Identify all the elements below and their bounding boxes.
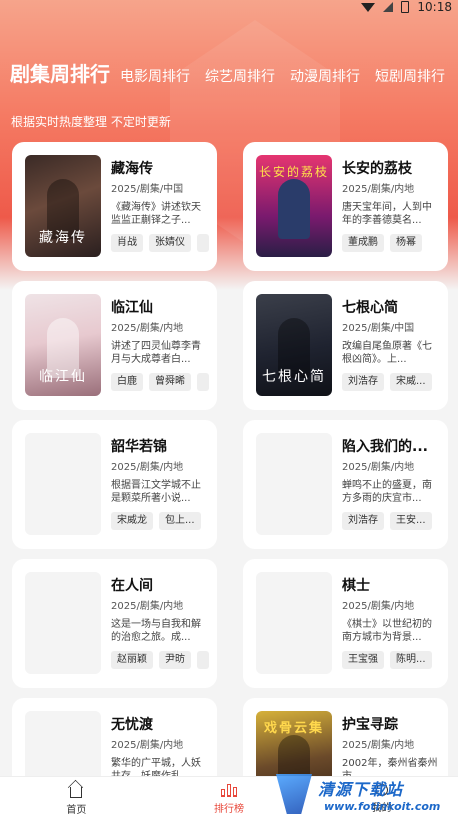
actor-chip[interactable]: 杨幂	[390, 234, 422, 252]
card-title: 棋士	[342, 578, 370, 594]
tab-short-drama-weekly[interactable]: 短剧周排行	[375, 66, 445, 88]
poster-title: 藏海传	[39, 230, 87, 246]
card-meta: 2025/剧集/内地	[342, 462, 415, 473]
actor-chip[interactable]: 赵丽颖	[111, 651, 153, 669]
actor-chip[interactable]: 宋威...	[390, 373, 432, 391]
card-description: 蝉鸣不止的盛夏，南方多雨的庆宜市...	[342, 480, 432, 504]
actor-chip[interactable]	[197, 234, 209, 252]
ranking-card[interactable]: 藏海传 藏海传 2025/剧集/中国 《藏海传》讲述钦天监监正蒯铎之子... 肖…	[12, 142, 217, 271]
poster-image: 七根心简	[256, 294, 332, 396]
actor-chip[interactable]: 刘浩存	[342, 512, 384, 530]
tab-series-weekly[interactable]: 剧集周排行	[10, 60, 110, 88]
actor-chip[interactable]: 宋威龙	[111, 512, 153, 530]
ranking-card[interactable]: 长安的荔枝 长安的荔枝 2025/剧集/内地 唐天宝年间，人到中年的李善德莫名.…	[243, 142, 448, 271]
signal-icon	[383, 2, 394, 12]
card-description: 根据晋江文学城不止是颗菜所著小说...	[111, 480, 201, 504]
watermark-url: www.fotinkoit.com	[324, 800, 441, 813]
actor-chip[interactable]: 白鹿	[111, 373, 143, 391]
card-title: 临江仙	[111, 300, 153, 316]
poster-title: 长安的荔枝	[258, 165, 329, 179]
ranking-tabs: 剧集周排行 电影周排行 综艺周排行 动漫周排行 短剧周排行	[10, 52, 452, 88]
ranking-card[interactable]: 棋士 2025/剧集/内地 《棋士》以世纪初的南方城市为背景... 王宝强 陈明…	[243, 559, 448, 688]
card-description: 这是一场与自我和解的治愈之旅。成...	[111, 619, 201, 643]
card-description: 讲述了四灵仙尊李青月与大成尊者白...	[111, 341, 201, 365]
actor-chip[interactable]	[197, 373, 209, 391]
poster-placeholder	[256, 572, 332, 674]
ranking-card[interactable]: 陷入我们的... 2025/剧集/内地 蝉鸣不止的盛夏，南方多雨的庆宜市... …	[243, 420, 448, 549]
actor-chip[interactable]	[197, 651, 209, 669]
tab-anime-weekly[interactable]: 动漫周排行	[290, 66, 360, 88]
poster-placeholder	[256, 433, 332, 535]
card-title: 在人间	[111, 578, 153, 594]
poster-placeholder	[25, 433, 101, 535]
battery-icon	[401, 1, 410, 13]
card-meta: 2025/剧集/内地	[111, 601, 184, 612]
card-description: 《藏海传》讲述钦天监监正蒯铎之子...	[111, 202, 201, 226]
tab-variety-weekly[interactable]: 综艺周排行	[205, 66, 275, 88]
poster-placeholder	[25, 572, 101, 674]
ranking-icon	[221, 783, 237, 797]
nav-ranking-label: 排行榜	[214, 803, 244, 815]
poster-title: 临江仙	[39, 369, 87, 385]
actor-chip[interactable]: 董成鹏	[342, 234, 384, 252]
poster-image: 藏海传	[25, 155, 101, 257]
nav-home[interactable]: 首页	[0, 777, 153, 820]
poster-image: 长安的荔枝	[256, 155, 332, 257]
poster-title: 戏骨云集	[263, 721, 324, 736]
actor-chip[interactable]: 陈明...	[390, 651, 432, 669]
card-title: 韶华若锦	[111, 439, 167, 455]
ranking-card[interactable]: 七根心简 七根心简 2025/剧集/中国 改编自尾鱼原著《七根凶简》。上... …	[243, 281, 448, 410]
actor-chip[interactable]: 曾舜晞	[149, 373, 191, 391]
card-meta: 2025/剧集/中国	[342, 323, 415, 334]
card-title: 无忧渡	[111, 717, 153, 733]
card-meta: 2025/剧集/内地	[111, 462, 184, 473]
card-description: 唐天宝年间，人到中年的李善德莫名...	[342, 202, 432, 226]
actor-chip[interactable]: 包上...	[159, 512, 201, 530]
watermark-text: 清源下载站	[318, 780, 404, 799]
poster-image: 临江仙	[25, 294, 101, 396]
poster-title: 七根心简	[262, 369, 326, 385]
card-meta: 2025/剧集/内地	[342, 740, 415, 751]
card-meta: 2025/剧集/内地	[342, 184, 415, 195]
card-title: 藏海传	[111, 161, 153, 177]
card-title: 七根心简	[342, 300, 398, 316]
card-description: 改编自尾鱼原著《七根凶简》。上...	[342, 341, 432, 365]
ranking-card[interactable]: 临江仙 临江仙 2025/剧集/内地 讲述了四灵仙尊李青月与大成尊者白... 白…	[12, 281, 217, 410]
actor-chip[interactable]: 尹昉	[159, 651, 191, 669]
ranking-card[interactable]: 在人间 2025/剧集/内地 这是一场与自我和解的治愈之旅。成... 赵丽颖 尹…	[12, 559, 217, 688]
actor-chip[interactable]: 肖战	[111, 234, 143, 252]
card-title: 护宝寻踪	[342, 717, 398, 733]
status-bar: 10:18	[0, 0, 458, 14]
card-description: 《棋士》以世纪初的南方城市为背景...	[342, 619, 432, 643]
page-subtitle: 根据实时热度整理 不定时更新	[11, 115, 171, 129]
home-icon	[70, 786, 83, 798]
actor-chip[interactable]: 王安...	[390, 512, 432, 530]
actor-chip[interactable]: 王宝强	[342, 651, 384, 669]
tab-movie-weekly[interactable]: 电影周排行	[120, 66, 190, 88]
watermark-logo-icon	[276, 774, 312, 814]
card-meta: 2025/剧集/中国	[111, 184, 184, 195]
status-time: 10:18	[417, 0, 452, 14]
wifi-icon	[361, 2, 376, 12]
actor-chip[interactable]: 刘浩存	[342, 373, 384, 391]
actor-chip[interactable]: 张婧仪	[149, 234, 191, 252]
card-meta: 2025/剧集/内地	[111, 740, 184, 751]
site-watermark: 清源下载站 www.fotinkoit.com	[262, 770, 458, 820]
ranking-grid: 藏海传 藏海传 2025/剧集/中国 《藏海传》讲述钦天监监正蒯铎之子... 肖…	[12, 142, 448, 820]
nav-home-label: 首页	[66, 804, 87, 816]
card-meta: 2025/剧集/内地	[111, 323, 184, 334]
card-title: 陷入我们的...	[342, 439, 428, 455]
card-title: 长安的荔枝	[342, 161, 412, 177]
card-meta: 2025/剧集/内地	[342, 601, 415, 612]
ranking-card[interactable]: 韶华若锦 2025/剧集/内地 根据晋江文学城不止是颗菜所著小说... 宋威龙 …	[12, 420, 217, 549]
